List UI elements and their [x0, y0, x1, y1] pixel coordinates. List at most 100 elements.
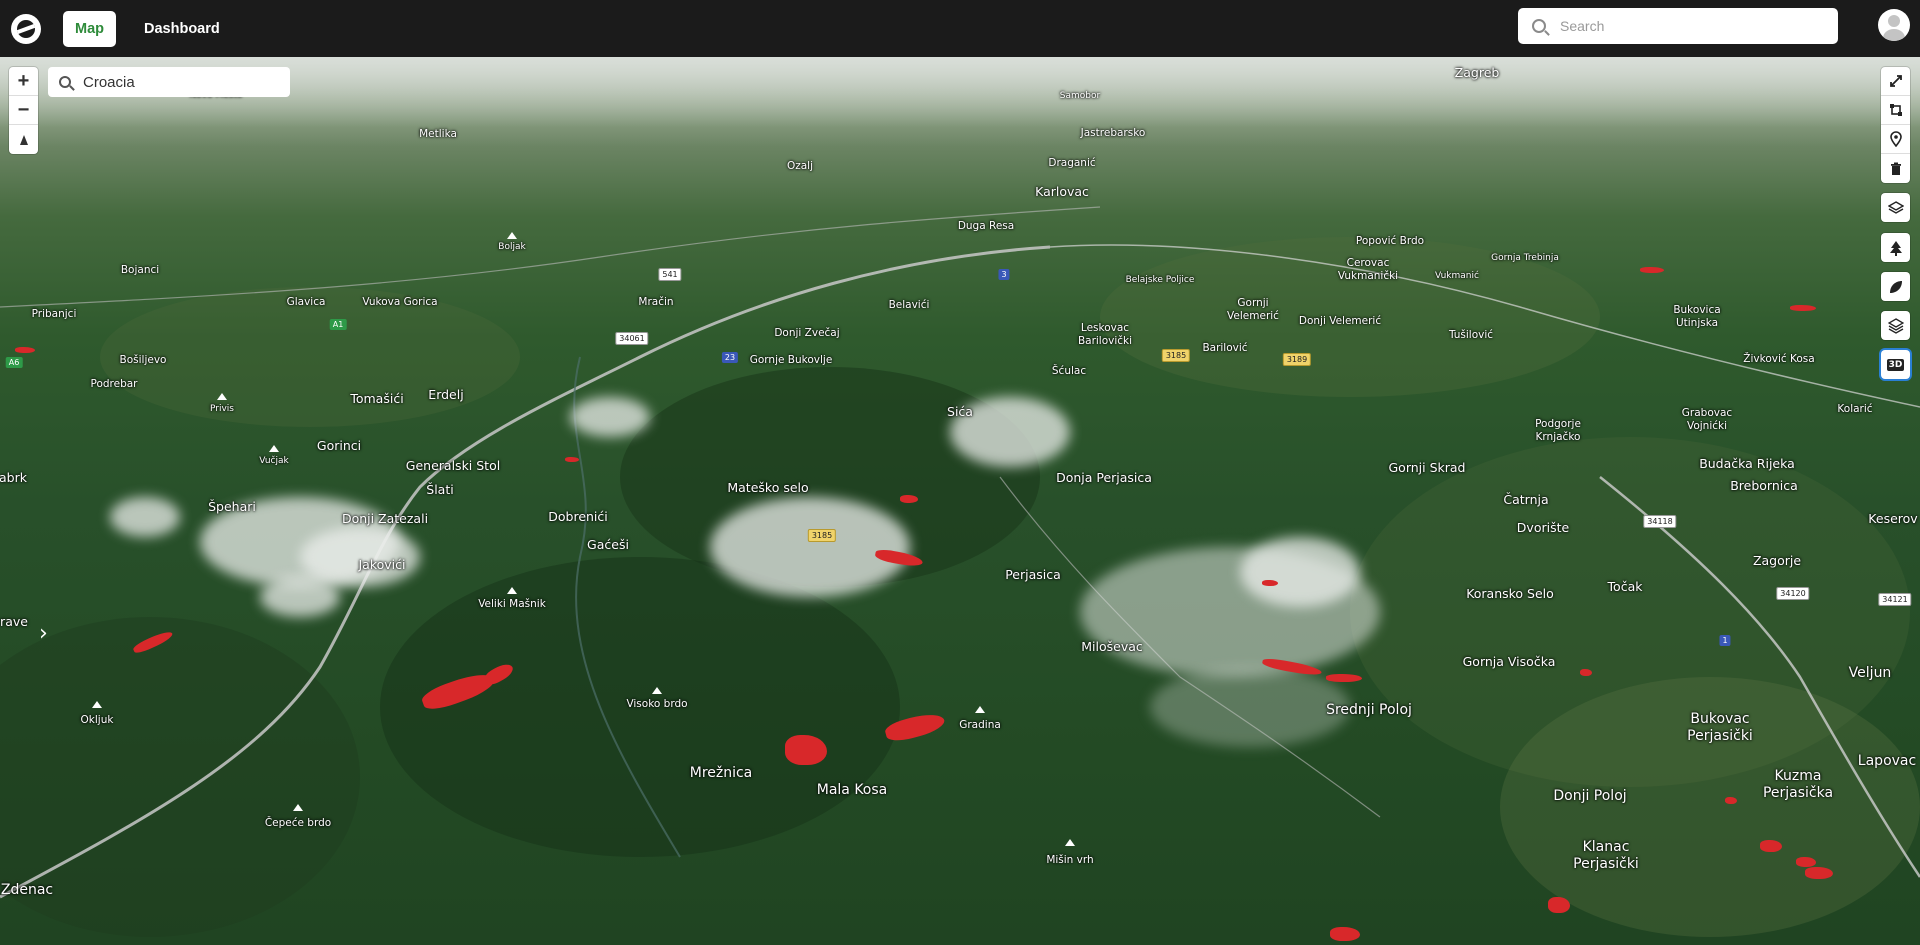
place-label[interactable]: Kuzma Perjasička [1753, 768, 1843, 802]
place-label[interactable]: Zagorje [1753, 553, 1801, 568]
overlay-layers-button[interactable] [1881, 311, 1910, 340]
place-label[interactable]: rave [0, 614, 28, 629]
place-label[interactable]: Tušilović [1449, 329, 1493, 341]
fire-hotspot[interactable] [1805, 867, 1833, 879]
place-label[interactable]: Jastrebarsko [1081, 127, 1146, 139]
peak-label[interactable]: Vučjak [259, 456, 288, 466]
fire-hotspot[interactable] [131, 628, 175, 656]
place-label[interactable]: Gornji Skrad [1388, 460, 1465, 475]
place-label[interactable]: Ozalj [787, 160, 813, 172]
peak-label[interactable]: Čepeće brdo [265, 817, 331, 829]
place-label[interactable]: Perjasica [1005, 567, 1061, 582]
place-label[interactable]: Šlati [426, 482, 453, 497]
place-label[interactable]: Zagreb [1455, 65, 1500, 80]
place-label[interactable]: Samobor [1060, 91, 1100, 101]
forest-layer-button[interactable] [1881, 233, 1910, 262]
fire-hotspot[interactable] [565, 457, 579, 462]
place-label[interactable]: Točak [1608, 579, 1643, 594]
place-label[interactable]: Karlovac [1035, 184, 1089, 199]
tab-map[interactable]: Map [63, 10, 116, 47]
compass-button[interactable] [9, 125, 38, 154]
peak-label[interactable]: Visoko brdo [626, 698, 687, 710]
place-label[interactable]: Glavica [287, 296, 326, 308]
global-search-input[interactable] [1560, 18, 1830, 34]
vegetation-layer-button[interactable] [1881, 272, 1910, 301]
place-label[interactable]: Mateško selo [727, 480, 808, 495]
fire-hotspot[interactable] [1725, 797, 1737, 804]
fire-hotspot[interactable] [1760, 840, 1782, 852]
fire-hotspot[interactable] [1548, 897, 1570, 913]
zoom-in-button[interactable]: + [9, 67, 38, 96]
zoom-out-button[interactable]: − [9, 96, 38, 125]
place-label[interactable]: Bukovac Perjasički [1675, 711, 1765, 745]
place-label[interactable]: Pribanjci [32, 308, 77, 320]
expand-diagonal-button[interactable] [1881, 67, 1910, 96]
fire-hotspot[interactable] [482, 660, 516, 688]
expand-panel-button[interactable]: › [39, 621, 48, 646]
place-label[interactable]: Veljun [1849, 665, 1892, 681]
place-label[interactable]: Donji Zatezali [342, 511, 428, 526]
place-label[interactable]: Kolarić [1837, 403, 1872, 415]
place-label[interactable]: Erdelj [428, 387, 463, 402]
peak-label[interactable]: Mišin vrh [1046, 854, 1093, 866]
peak-label[interactable]: Okljuk [81, 714, 114, 726]
map-search-input[interactable] [83, 73, 273, 91]
place-label[interactable]: Srednji Poloj [1326, 702, 1412, 718]
place-label[interactable]: Bošiljevo [120, 354, 167, 366]
place-label[interactable]: Mračin [638, 296, 673, 308]
place-label[interactable]: Donji Poloj [1553, 788, 1626, 804]
place-label[interactable]: Vukmanić [1435, 271, 1479, 281]
place-label[interactable]: Čatrnja [1503, 492, 1548, 507]
fire-hotspot[interactable] [1640, 267, 1664, 273]
place-label[interactable]: Mrežnica [690, 765, 753, 781]
place-label[interactable]: Leskovac Barilovički [1065, 322, 1145, 347]
tab-dashboard[interactable]: Dashboard [132, 11, 232, 47]
place-label[interactable]: Podrebar [90, 378, 137, 390]
fire-hotspot[interactable] [874, 547, 924, 569]
place-label[interactable]: Vukova Gorica [362, 296, 437, 308]
fire-hotspot[interactable] [15, 347, 35, 353]
fire-hotspot[interactable] [419, 667, 498, 715]
place-label[interactable]: Barilović [1202, 342, 1247, 354]
app-logo[interactable] [11, 13, 41, 44]
place-label[interactable]: Budačka Rijeka [1699, 456, 1795, 471]
map-search[interactable] [48, 67, 290, 97]
fire-hotspot[interactable] [1326, 674, 1362, 682]
fire-hotspot[interactable] [900, 495, 918, 503]
peak-label[interactable]: Veliki Mašnik [478, 598, 546, 610]
peak-label[interactable]: Privis [210, 404, 234, 414]
place-label[interactable]: Draganić [1048, 157, 1095, 169]
place-label[interactable]: Tomašići [350, 391, 403, 406]
fire-hotspot[interactable] [1330, 927, 1360, 941]
place-label[interactable]: Gorinci [317, 438, 361, 453]
fire-hotspot[interactable] [883, 709, 947, 745]
base-layers-button[interactable] [1881, 193, 1910, 222]
place-label[interactable]: Dobrenići [548, 509, 608, 524]
peak-label[interactable]: Gradina [959, 719, 1001, 731]
user-avatar[interactable] [1878, 9, 1910, 41]
fire-hotspot[interactable] [1261, 656, 1323, 678]
place-label[interactable]: Sića [947, 404, 973, 419]
place-label[interactable]: Popović Brdo [1356, 235, 1424, 247]
place-label[interactable]: Klanac Perjasički [1561, 839, 1651, 873]
place-label[interactable]: Belajske Poljice [1126, 275, 1195, 285]
satellite-map-3d[interactable]: 3185 34118 34120 34121 34061 3189 3185 A… [0, 57, 1920, 945]
place-label[interactable]: Jakovići [358, 557, 405, 572]
peak-label[interactable]: Boljak [498, 242, 525, 252]
place-label[interactable]: Dvorište [1517, 520, 1569, 535]
place-label[interactable]: Podgorje Krnjačko [1518, 418, 1598, 443]
place-label[interactable]: Miloševac [1081, 639, 1143, 654]
place-label[interactable]: Zdenac [1, 882, 53, 898]
place-label[interactable]: abrk [0, 470, 27, 485]
place-label[interactable]: Gornja Trebinja [1491, 253, 1559, 263]
place-label[interactable]: Špehari [208, 499, 256, 514]
fire-hotspot[interactable] [1262, 580, 1278, 586]
place-label[interactable]: Cerovac Vukmanički [1328, 257, 1408, 282]
place-label[interactable]: Šćulac [1052, 365, 1086, 377]
place-label[interactable]: Grabovac Vojnićki [1667, 407, 1747, 432]
place-label[interactable]: Mala Kosa [817, 782, 888, 798]
place-label[interactable]: Generalski Stol [406, 458, 500, 473]
place-label[interactable]: Donja Perjasica [1056, 470, 1152, 485]
delete-button[interactable] [1881, 154, 1910, 183]
place-label[interactable]: Metlika [419, 128, 457, 140]
